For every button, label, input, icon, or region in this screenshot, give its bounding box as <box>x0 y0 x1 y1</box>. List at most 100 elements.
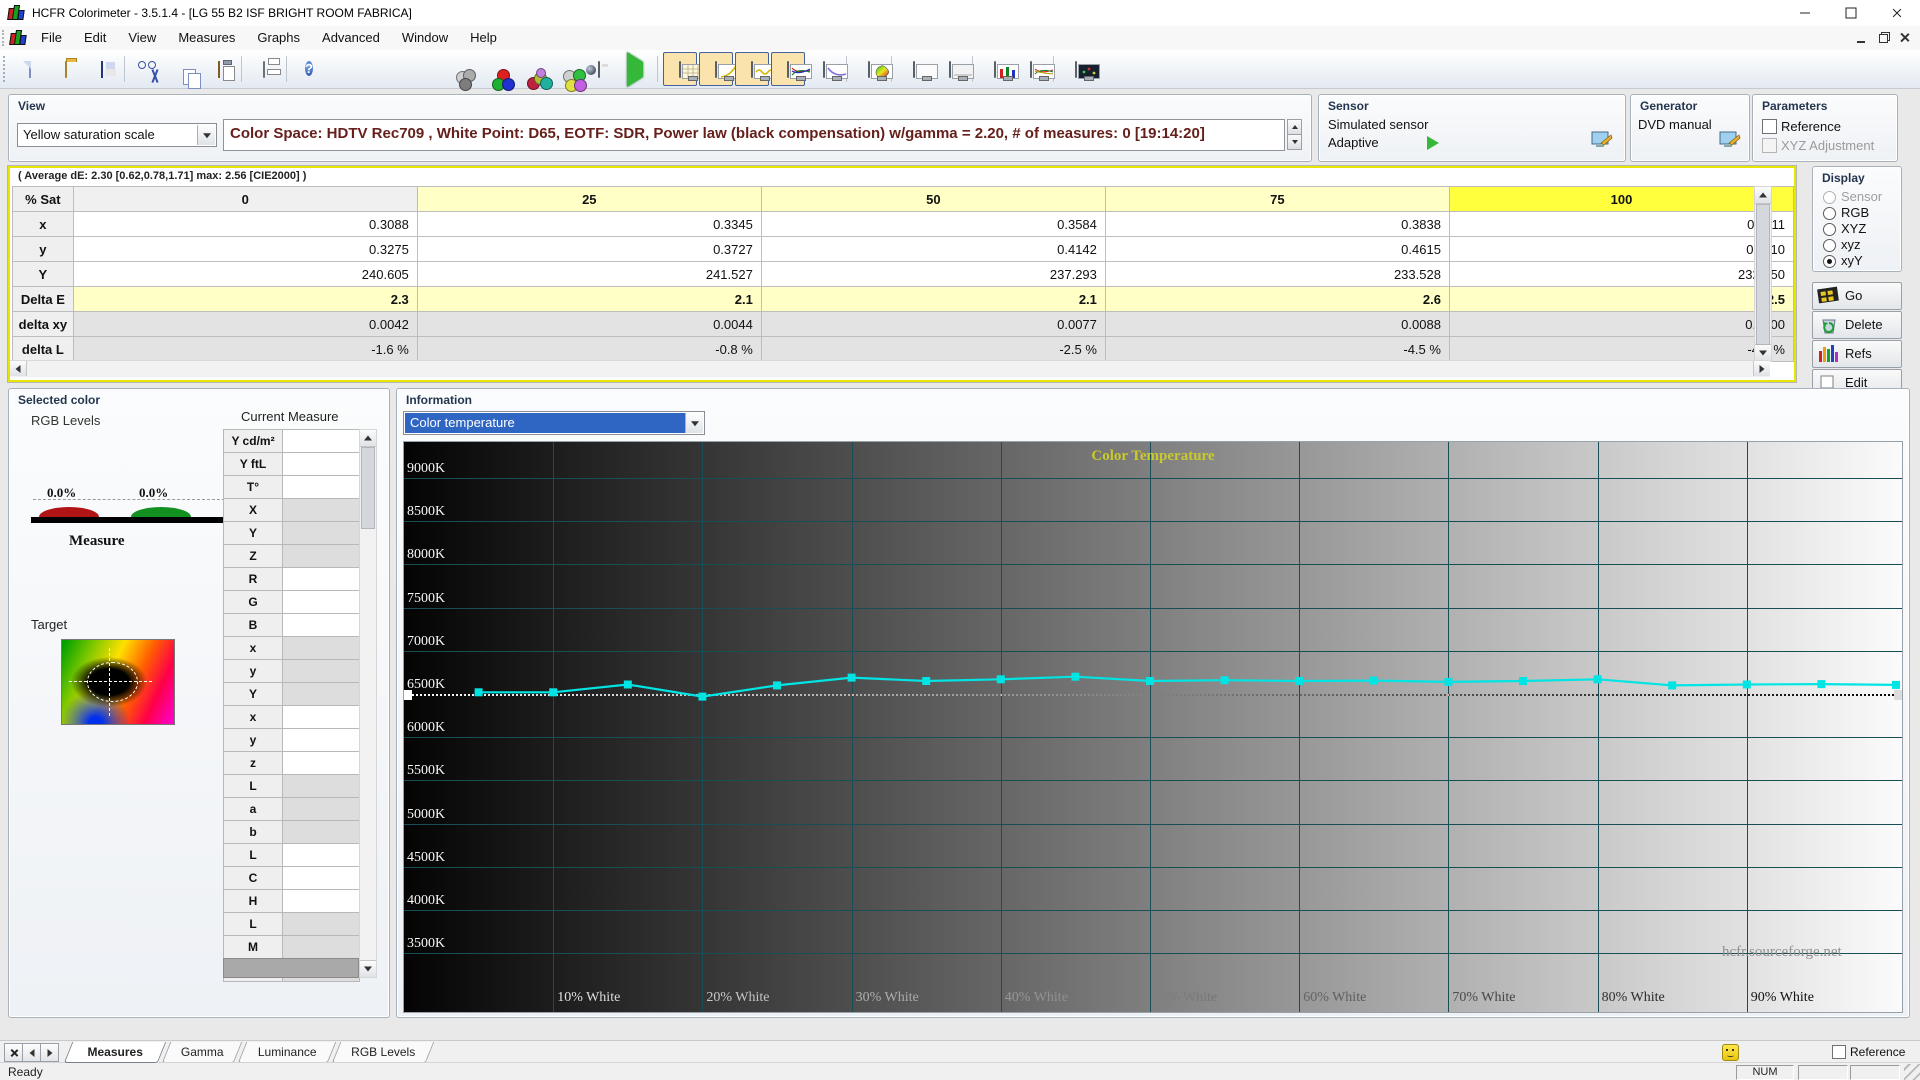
vscroll-thumb[interactable] <box>1756 204 1770 345</box>
measure-cell[interactable]: 240.605 <box>72 261 418 287</box>
measure-cell[interactable]: 0.3275 <box>72 236 418 262</box>
view-free-measures-button[interactable] <box>1059 52 1100 86</box>
close-tab-button[interactable] <box>4 1043 23 1062</box>
tab-gamma[interactable]: Gamma <box>161 1042 243 1063</box>
view-tracking-button[interactable] <box>1014 52 1055 86</box>
col-header-25[interactable]: 25 <box>416 186 762 212</box>
mdi-restore-button[interactable] <box>1874 30 1892 46</box>
cm-scroll-down-button[interactable] <box>360 960 376 977</box>
sensor-settings-button[interactable] <box>438 52 476 91</box>
measure-cell[interactable]: 0.5110 <box>1448 236 1795 262</box>
col-header-75[interactable]: 75 <box>1104 186 1450 212</box>
cm-vscroll-thumb[interactable] <box>361 447 375 529</box>
information-dropdown-arrow[interactable] <box>685 413 703 433</box>
new-file-button[interactable] <box>13 52 47 86</box>
view-rgb-bars-button[interactable] <box>978 52 1019 86</box>
measure-cell[interactable]: 0.4142 <box>760 236 1106 262</box>
measure-cell[interactable]: 2.5 <box>1448 286 1795 312</box>
tab-measures[interactable]: Measures <box>63 1042 167 1063</box>
measures-table-vscrollbar[interactable] <box>1754 186 1772 362</box>
view-nearblack-chart-button[interactable] <box>807 52 848 86</box>
scroll-up-button[interactable] <box>1755 187 1771 204</box>
close-button[interactable] <box>1874 0 1920 26</box>
current-measure-vscrollbar[interactable] <box>359 429 377 978</box>
resize-grip[interactable] <box>1904 1064 1920 1080</box>
spin-down-button[interactable] <box>1287 134 1302 150</box>
statusbar-reference-checkbox[interactable] <box>1832 1045 1846 1059</box>
menu-measures[interactable]: Measures <box>167 26 246 50</box>
measure-cell[interactable]: 0.4111 <box>1448 211 1795 237</box>
measure-cell[interactable]: 2.6 <box>1104 286 1450 312</box>
maximize-button[interactable] <box>1828 0 1874 26</box>
measure-cell[interactable]: 0.0088 <box>1104 311 1450 337</box>
measure-cell[interactable]: 0.4615 <box>1104 236 1450 262</box>
measure-cell[interactable]: 0.3584 <box>760 211 1106 237</box>
information-dropdown[interactable]: Color temperature <box>403 411 705 435</box>
reference-checkbox[interactable] <box>1762 119 1777 134</box>
measure-cell[interactable]: 241.527 <box>416 261 762 287</box>
measure-cell[interactable]: 232.850 <box>1448 261 1795 287</box>
menu-edit[interactable]: Edit <box>73 26 117 50</box>
view-mode-dropdown-arrow[interactable] <box>197 125 215 145</box>
delete-button[interactable]: Delete <box>1812 311 1902 339</box>
prev-tab-button[interactable] <box>22 1043 41 1062</box>
col-header-50[interactable]: 50 <box>760 186 1106 212</box>
copy-button[interactable] <box>166 52 200 86</box>
view-gamma-chart-button[interactable] <box>699 52 740 86</box>
mdi-close-button[interactable] <box>1896 30 1914 46</box>
measure-cell[interactable]: -0.8 % <box>416 336 762 362</box>
menu-window[interactable]: Window <box>391 26 459 50</box>
view-black-pattern-button[interactable] <box>933 52 974 86</box>
display-radio-xyy[interactable] <box>1823 255 1836 268</box>
measure-all-button[interactable] <box>546 52 587 92</box>
measure-cell[interactable]: 0.3727 <box>416 236 762 262</box>
measure-cell[interactable]: 237.293 <box>760 261 1106 287</box>
view-rgb-levels-chart-button[interactable] <box>771 52 812 86</box>
menu-help[interactable]: Help <box>459 26 508 50</box>
spin-up-button[interactable] <box>1287 119 1302 135</box>
menu-advanced[interactable]: Advanced <box>311 26 391 50</box>
view-white-pattern-button[interactable] <box>897 52 938 86</box>
measure-cell[interactable]: 0.0042 <box>72 311 418 337</box>
measure-cell[interactable]: 2.3 <box>72 286 418 312</box>
display-radio-rgb[interactable] <box>1823 207 1836 220</box>
view-measures-grid-button[interactable] <box>663 52 704 86</box>
measure-cell[interactable]: -1.6 % <box>72 336 418 362</box>
paste-button[interactable] <box>202 52 236 86</box>
go-button[interactable]: Go <box>1812 282 1902 310</box>
measure-primaries-button[interactable] <box>474 52 515 91</box>
measure-cell[interactable]: 0.3838 <box>1104 211 1450 237</box>
color-comparator-icon[interactable] <box>1722 1044 1739 1061</box>
cut-button[interactable] <box>130 52 164 86</box>
display-radio-xyz[interactable] <box>1823 239 1836 252</box>
measure-cell[interactable]: 233.528 <box>1104 261 1450 287</box>
configure-sensor-icon[interactable] <box>1591 131 1613 149</box>
measures-table-hscrollbar[interactable] <box>10 360 1770 377</box>
scroll-left-button[interactable] <box>10 361 27 376</box>
display-radio-xyz[interactable] <box>1823 223 1836 236</box>
about-button[interactable]: ? <box>292 52 326 86</box>
measure-cell[interactable]: -4.5 % <box>1448 336 1795 362</box>
menu-file[interactable]: File <box>30 26 73 50</box>
save-button[interactable] <box>85 52 119 86</box>
open-file-button[interactable] <box>49 52 83 86</box>
scroll-right-button[interactable] <box>1753 361 1770 376</box>
menu-graphs[interactable]: Graphs <box>246 26 311 50</box>
measure-secondaries-button[interactable] <box>510 52 553 90</box>
col-header-0[interactable]: 0 <box>72 186 418 212</box>
measure-cell[interactable]: 2.1 <box>416 286 762 312</box>
col-header-100[interactable]: 100 <box>1448 186 1795 212</box>
tab-luminance[interactable]: Luminance <box>237 1042 337 1063</box>
print-button[interactable] <box>247 52 281 86</box>
measure-cell[interactable]: 0.0100 <box>1448 311 1795 337</box>
minimize-button[interactable] <box>1782 0 1828 26</box>
measure-cell[interactable]: 0.3088 <box>72 211 418 237</box>
capture-button[interactable] <box>582 52 616 86</box>
measure-cell[interactable]: 0.0044 <box>416 311 762 337</box>
measure-cell[interactable]: 0.0077 <box>760 311 1106 337</box>
view-cie-diagram-button[interactable] <box>852 52 893 86</box>
next-tab-button[interactable] <box>40 1043 59 1062</box>
refs-button[interactable]: Refs <box>1812 340 1902 368</box>
mdi-minimize-button[interactable] <box>1853 30 1871 46</box>
view-luminance-chart-button[interactable] <box>735 52 776 86</box>
